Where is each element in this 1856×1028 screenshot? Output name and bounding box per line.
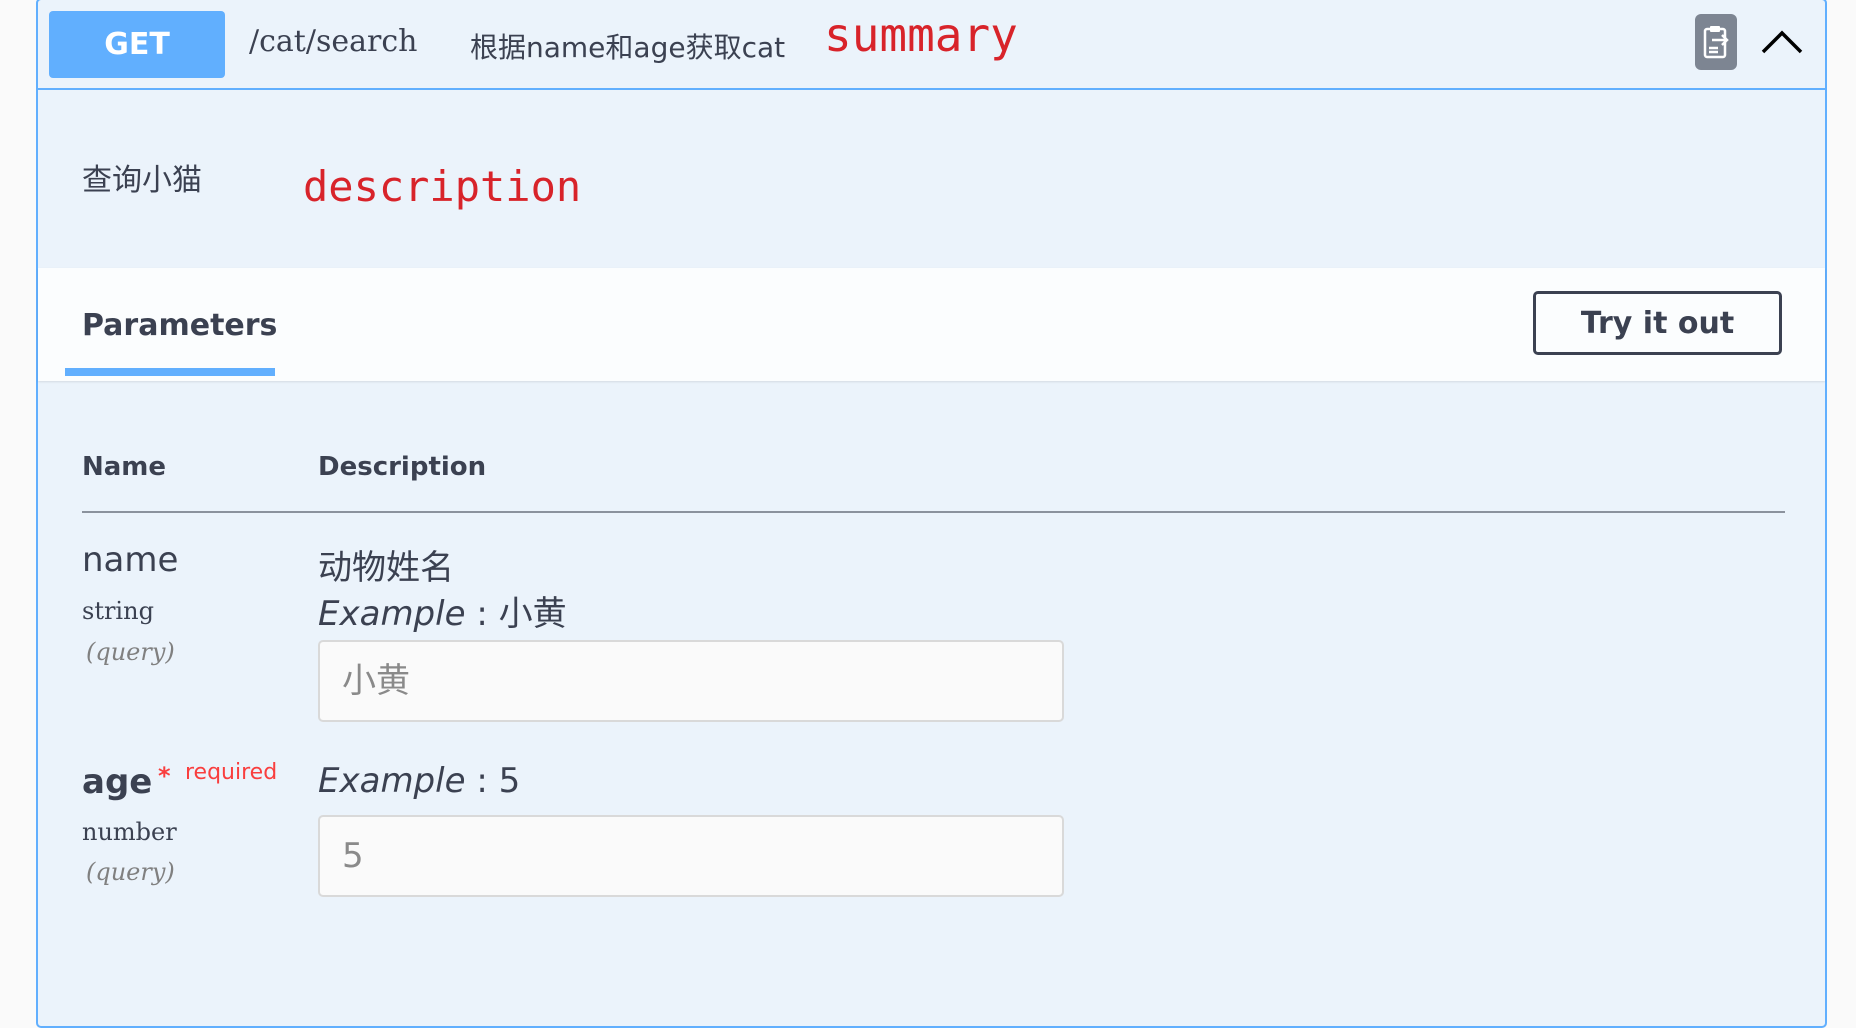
try-it-out-button[interactable]: Try it out xyxy=(1533,291,1782,355)
column-header-name: Name xyxy=(82,452,167,482)
http-method-badge: GET xyxy=(49,11,225,78)
required-asterisk: * xyxy=(158,762,171,790)
table-header-divider xyxy=(82,511,1785,513)
copy-path-button[interactable] xyxy=(1695,14,1737,70)
parameter-description: 动物姓名 xyxy=(318,548,454,588)
parameter-location: (query) xyxy=(86,638,175,666)
required-label: required xyxy=(185,760,278,785)
operation-block: GET /cat/search 根据name和age获取cat summary … xyxy=(36,0,1827,1028)
parameter-location: (query) xyxy=(86,858,175,886)
operation-path: /cat/search xyxy=(249,24,418,59)
parameters-section-header: Parameters Try it out xyxy=(38,268,1825,381)
name-input[interactable] xyxy=(318,640,1064,722)
operation-description: 查询小猫 xyxy=(82,163,202,198)
parameter-name: name xyxy=(82,540,179,580)
summary-annotation: summary xyxy=(824,8,1018,62)
column-header-description: Description xyxy=(318,452,487,482)
parameter-name: age xyxy=(82,762,153,802)
chevron-up-icon[interactable] xyxy=(1760,26,1804,58)
example-label: Example xyxy=(318,594,466,634)
parameter-type: number xyxy=(82,818,177,846)
parameter-example: Example : 小黄 xyxy=(318,586,567,635)
example-value: 5 xyxy=(498,761,521,801)
age-input[interactable] xyxy=(318,815,1064,897)
example-label: Example xyxy=(318,761,466,801)
operation-summary[interactable]: GET /cat/search 根据name和age获取cat summary xyxy=(38,0,1825,90)
parameter-type: string xyxy=(82,597,154,625)
example-value: 小黄 xyxy=(498,594,567,634)
description-annotation: description xyxy=(303,162,582,211)
clipboard-icon xyxy=(1703,26,1729,59)
parameter-example: Example : 5 xyxy=(318,761,520,801)
tab-active-indicator xyxy=(65,368,275,376)
tab-parameters[interactable]: Parameters xyxy=(82,308,277,343)
example-separator: : xyxy=(465,594,499,634)
operation-summary-text: 根据name和age获取cat xyxy=(470,31,786,64)
example-separator: : xyxy=(465,761,499,801)
